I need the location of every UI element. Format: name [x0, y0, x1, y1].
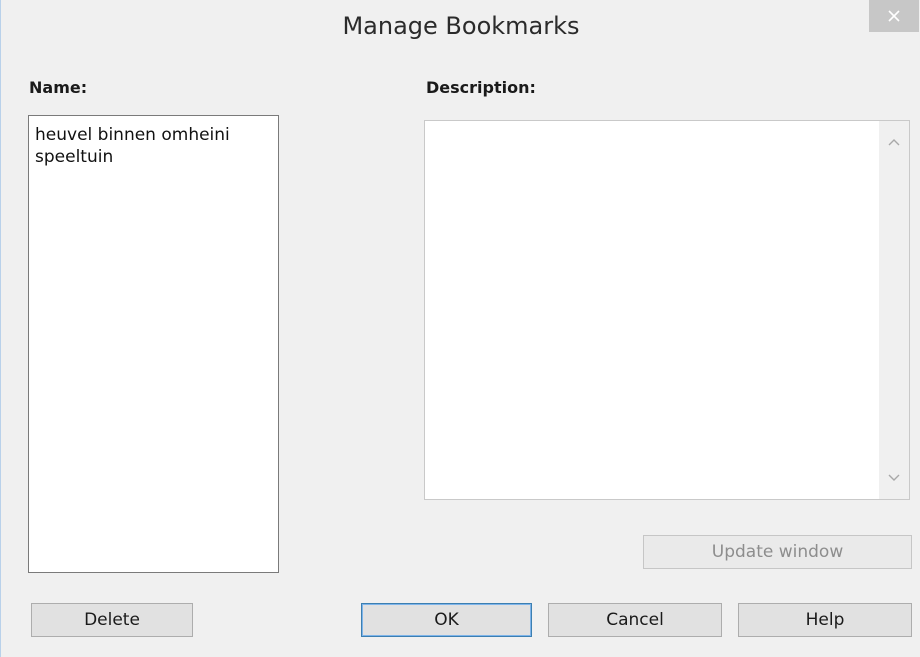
name-label: Name:	[29, 78, 88, 97]
list-item[interactable]: heuvel binnen omheini	[35, 124, 278, 146]
close-icon	[888, 10, 900, 22]
delete-button[interactable]: Delete	[31, 603, 193, 637]
chevron-down-icon	[888, 474, 900, 481]
description-textarea[interactable]	[424, 120, 910, 500]
window-title: Manage Bookmarks	[342, 12, 580, 40]
cancel-button[interactable]: Cancel	[548, 603, 722, 637]
title-bar[interactable]: Manage Bookmarks	[1, 0, 920, 62]
bookmark-name-list[interactable]: heuvel binnen omheini speeltuin	[28, 115, 279, 573]
update-window-button[interactable]: Update window	[643, 535, 912, 569]
description-label: Description:	[426, 78, 536, 97]
manage-bookmarks-dialog: Manage Bookmarks Name: Description: heuv…	[0, 0, 920, 657]
close-button[interactable]	[869, 0, 919, 32]
chevron-up-icon	[888, 139, 900, 146]
vertical-scrollbar[interactable]	[879, 121, 909, 499]
help-button[interactable]: Help	[738, 603, 912, 637]
list-item[interactable]: speeltuin	[35, 146, 278, 168]
scroll-down-button[interactable]	[879, 463, 909, 493]
ok-button[interactable]: OK	[361, 603, 532, 637]
scroll-up-button[interactable]	[879, 127, 909, 157]
